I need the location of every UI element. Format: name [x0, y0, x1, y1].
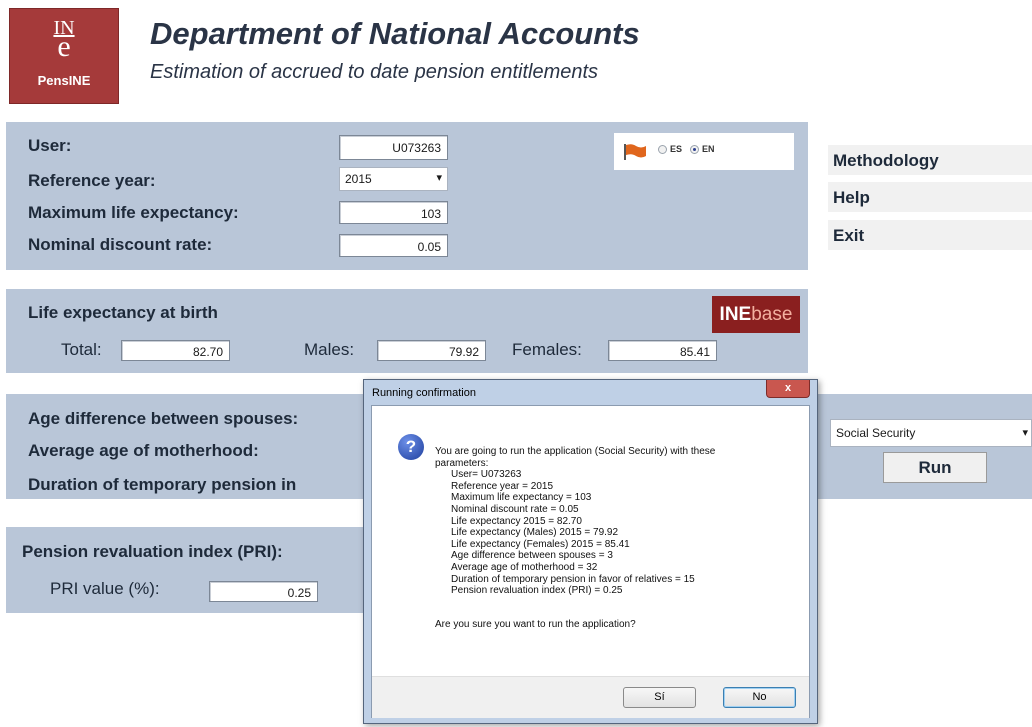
motherhood-age-label: Average age of motherhood: — [28, 441, 259, 460]
no-button[interactable]: No — [723, 687, 796, 708]
dialog-message-line: User= U073263 — [451, 469, 522, 480]
pensine-logo: IN e PensINE — [9, 8, 119, 104]
males-label: Males: — [304, 340, 355, 359]
inebase-text-ine: INE — [719, 304, 752, 325]
dialog-title: Running confirmation — [372, 387, 476, 399]
language-radio-en[interactable] — [690, 145, 699, 154]
dialog-message-line: Age difference between spouses = 3 — [451, 550, 613, 561]
logo-name: PensINE — [37, 73, 91, 88]
logo-e-text: e — [57, 30, 71, 63]
reference-year-select[interactable]: 2015 ▾ — [339, 167, 448, 191]
language-label-en: EN — [702, 144, 715, 154]
dialog-message-line: Maximum life expectancy = 103 — [451, 492, 592, 503]
dialog-message-line: You are going to run the application (So… — [435, 446, 716, 457]
regime-select[interactable]: Social Security ▾ — [830, 419, 1032, 447]
males-field[interactable]: 79.92 — [377, 340, 486, 361]
question-icon: ? — [398, 434, 424, 460]
close-icon[interactable]: x — [766, 380, 810, 398]
females-field[interactable]: 85.41 — [608, 340, 717, 361]
age-difference-label: Age difference between spouses: — [28, 409, 299, 428]
pri-value-label: PRI value (%): — [50, 579, 160, 598]
menu-methodology[interactable]: Methodology — [828, 145, 1032, 175]
reference-year-value: 2015 — [345, 172, 372, 186]
yes-button[interactable]: Sí — [623, 687, 696, 708]
dialog-message-line: Life expectancy (Males) 2015 = 79.92 — [451, 527, 619, 538]
language-selector: ES EN — [614, 133, 794, 170]
run-button[interactable]: Run — [883, 452, 987, 483]
life-expectancy-heading: Life expectancy at birth — [28, 303, 218, 322]
temporary-pension-duration-label: Duration of temporary pension in — [28, 475, 297, 494]
dialog-message-line: Nominal discount rate = 0.05 — [451, 504, 579, 515]
max-life-expectancy-field[interactable]: 103 — [339, 201, 448, 224]
inebase-link-button[interactable]: INEbase — [712, 296, 800, 333]
regime-value: Social Security — [836, 426, 916, 440]
menu-exit[interactable]: Exit — [828, 220, 1032, 250]
nominal-discount-rate-label: Nominal discount rate: — [28, 235, 213, 254]
running-confirmation-dialog: Running confirmation x ? You are going t… — [363, 379, 818, 724]
dropdown-arrow-icon: ▾ — [436, 172, 442, 184]
dialog-message-line: Life expectancy 2015 = 82.70 — [451, 516, 582, 527]
dialog-message-line: Reference year = 2015 — [451, 481, 554, 492]
user-label: User: — [28, 136, 72, 155]
dialog-message-line: Pension revaluation index (PRI) = 0.25 — [451, 585, 623, 596]
dialog-message-line: Duration of temporary pension in favor o… — [451, 574, 695, 585]
user-field[interactable]: U073263 — [339, 135, 448, 160]
dialog-message-line: parameters: — [435, 458, 489, 469]
reference-year-label: Reference year: — [28, 171, 156, 190]
dialog-message-line: Life expectancy (Females) 2015 = 85.41 — [451, 539, 630, 550]
nominal-discount-rate-field[interactable]: 0.05 — [339, 234, 448, 257]
pri-heading: Pension revaluation index (PRI): — [22, 542, 283, 561]
total-label: Total: — [61, 340, 102, 359]
menu-help[interactable]: Help — [828, 182, 1032, 212]
dialog-message-line: Average age of motherhood = 32 — [451, 562, 598, 573]
max-life-expectancy-label: Maximum life expectancy: — [28, 203, 239, 222]
inebase-text-base: base — [751, 304, 793, 325]
dialog-footer: Sí No — [372, 676, 809, 718]
language-label-es: ES — [670, 144, 683, 154]
page-title: Department of National Accounts — [150, 16, 640, 51]
females-label: Females: — [512, 340, 582, 359]
pri-value-field[interactable]: 0.25 — [209, 581, 318, 602]
language-radio-es[interactable] — [658, 145, 667, 154]
dialog-body: ? You are going to run the application (… — [371, 405, 810, 718]
life-expectancy-panel: Life expectancy at birth Total: 82.70 Ma… — [6, 289, 808, 373]
dropdown-arrow-icon: ▾ — [1022, 427, 1028, 439]
page-subtitle: Estimation of accrued to date pension en… — [150, 61, 599, 83]
total-field[interactable]: 82.70 — [121, 340, 230, 361]
spain-flag-icon — [624, 144, 646, 160]
dialog-question: Are you sure you want to run the applica… — [435, 619, 636, 630]
